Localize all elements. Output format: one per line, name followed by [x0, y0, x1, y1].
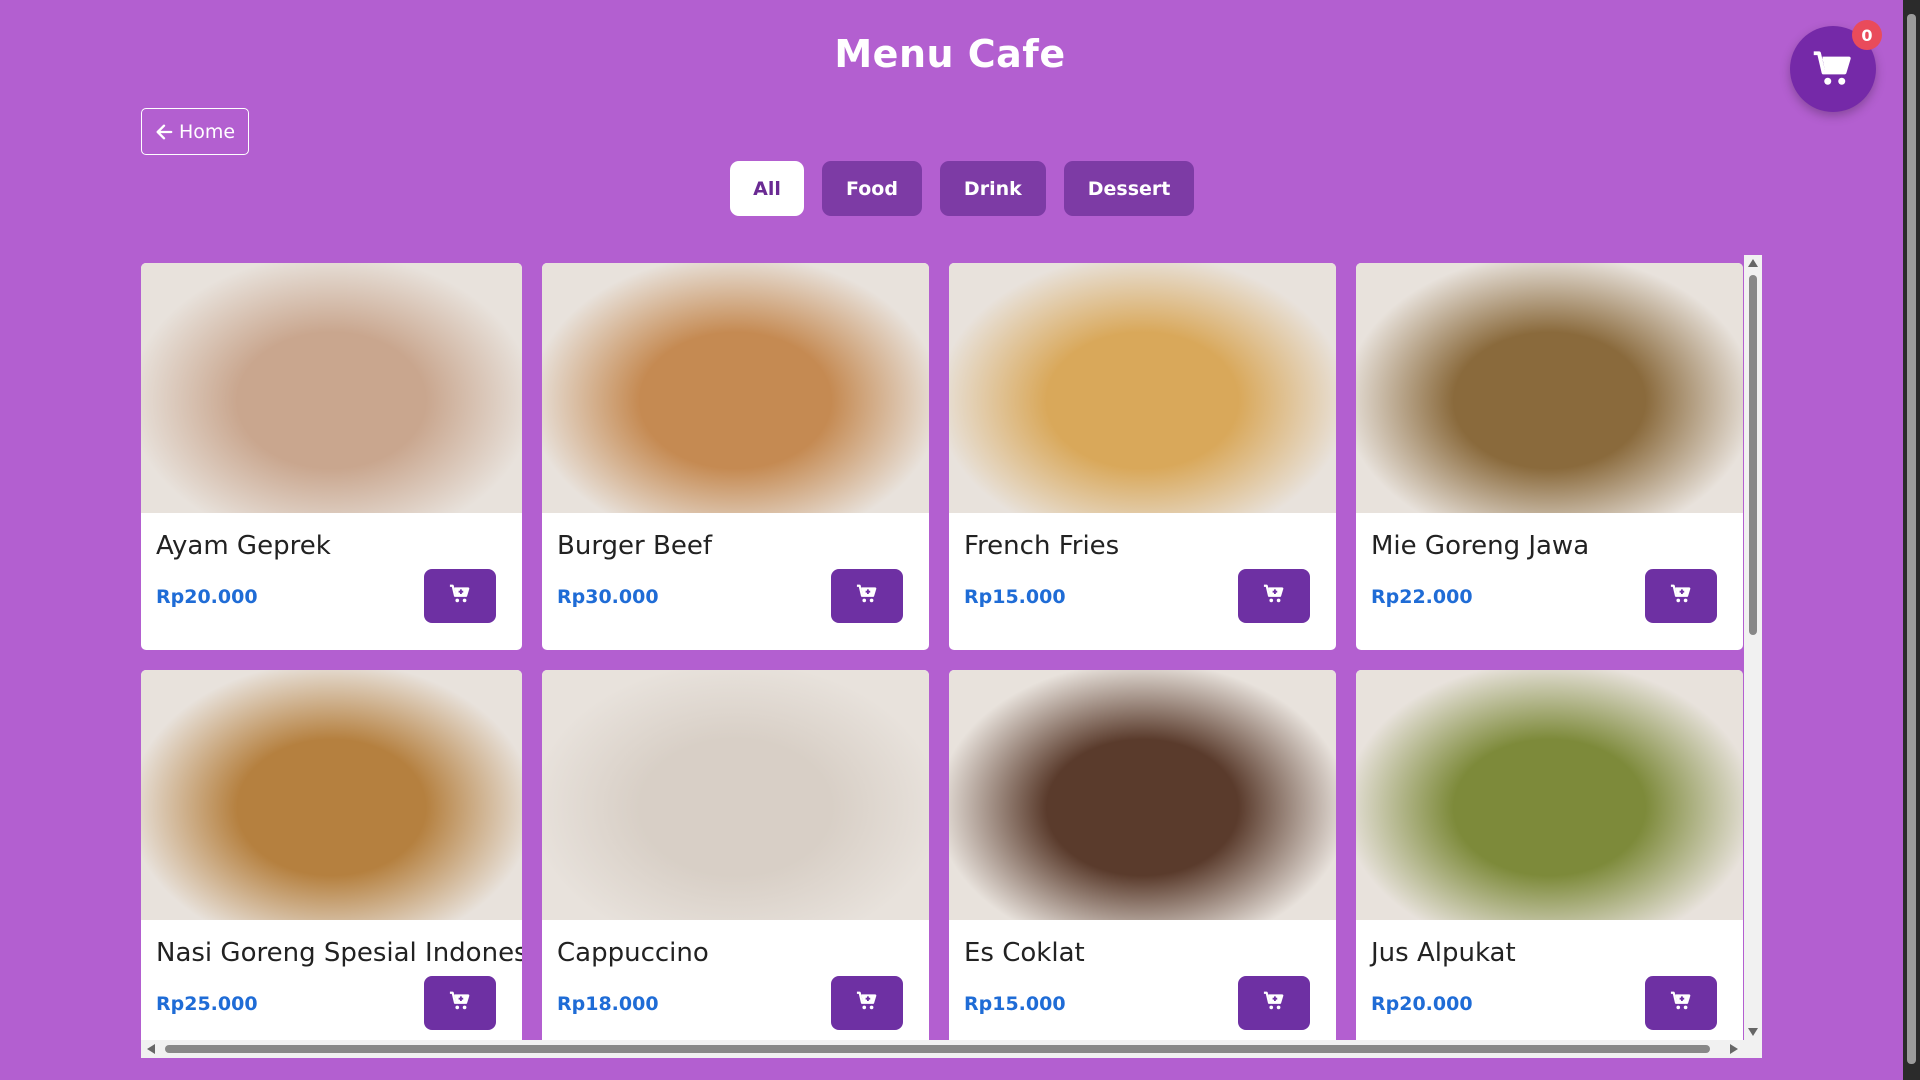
menu-item-name: Jus Alpukat [1371, 938, 1516, 968]
menu-item-price: Rp25.000 [156, 993, 258, 1015]
menu-card: Ayam Geprek Rp20.000 [141, 263, 522, 650]
add-to-cart-icon [856, 583, 878, 609]
menu-item-name: French Fries [964, 531, 1120, 561]
menu-item-photo [542, 263, 929, 513]
add-to-cart-button[interactable] [831, 976, 903, 1030]
menu-item-photo [1356, 670, 1743, 920]
add-to-cart-button[interactable] [1238, 976, 1310, 1030]
page-scrollbar[interactable] [1903, 0, 1920, 1080]
menu-item-name: Nasi Goreng Spesial Indonesia [156, 938, 522, 968]
add-to-cart-icon [1670, 583, 1692, 609]
menu-item-price: Rp20.000 [156, 586, 258, 608]
add-to-cart-button[interactable] [424, 976, 496, 1030]
horizontal-scroll-thumb[interactable] [165, 1045, 1710, 1053]
arrow-left-icon [156, 124, 173, 139]
cart-icon [1813, 51, 1851, 85]
page-title: Menu Cafe [834, 32, 1066, 76]
filter-all[interactable]: All [730, 161, 804, 216]
add-to-cart-icon [1263, 583, 1285, 609]
filter-food[interactable]: Food [822, 161, 922, 216]
add-to-cart-icon [856, 990, 878, 1016]
menu-item-price: Rp15.000 [964, 586, 1066, 608]
menu-item-photo [141, 670, 522, 920]
menu-item-photo [949, 670, 1336, 920]
add-to-cart-icon [1670, 990, 1692, 1016]
home-button[interactable]: Home [141, 108, 249, 155]
scroll-left-icon[interactable] [147, 1044, 155, 1054]
menu-card: French Fries Rp15.000 [949, 263, 1336, 650]
menu-item-name: Ayam Geprek [156, 531, 331, 561]
add-to-cart-button[interactable] [424, 569, 496, 623]
add-to-cart-icon [449, 583, 471, 609]
menu-card: Nasi Goreng Spesial Indonesia Rp25.000 [141, 670, 522, 1057]
cart-button[interactable]: 0 [1790, 20, 1882, 112]
cart-count-badge: 0 [1852, 20, 1882, 50]
menu-card: Cappuccino Rp18.000 [542, 670, 929, 1057]
add-to-cart-button[interactable] [831, 569, 903, 623]
menu-item-price: Rp20.000 [1371, 993, 1473, 1015]
vertical-scrollbar[interactable] [1744, 255, 1762, 1058]
add-to-cart-button[interactable] [1238, 569, 1310, 623]
menu-item-name: Cappuccino [557, 938, 709, 968]
scroll-down-icon[interactable] [1748, 1028, 1758, 1036]
menu-item-photo [542, 670, 929, 920]
menu-card: Jus Alpukat Rp20.000 [1356, 670, 1743, 1057]
scroll-right-icon[interactable] [1730, 1044, 1738, 1054]
menu-grid: Ayam Geprek Rp20.000 Burger Beef Rp30.000 Fr… [141, 263, 1743, 1057]
scroll-up-icon[interactable] [1748, 259, 1758, 267]
vertical-scroll-thumb[interactable] [1749, 275, 1757, 635]
filter-drink[interactable]: Drink [939, 161, 1046, 216]
menu-item-name: Burger Beef [557, 531, 712, 561]
add-to-cart-icon [449, 990, 471, 1016]
menu-item-name: Es Coklat [964, 938, 1085, 968]
menu-item-price: Rp22.000 [1371, 586, 1473, 608]
add-to-cart-button[interactable] [1645, 569, 1717, 623]
horizontal-scrollbar[interactable] [141, 1040, 1744, 1058]
filter-dessert[interactable]: Dessert [1063, 161, 1195, 216]
menu-card: Es Coklat Rp15.000 [949, 670, 1336, 1057]
page-scroll-thumb[interactable] [1907, 14, 1916, 1064]
menu-scroll-area[interactable]: Ayam Geprek Rp20.000 Burger Beef Rp30.000 Fr… [141, 255, 1761, 1058]
category-filters: All Food Drink Dessert [730, 161, 1195, 216]
add-to-cart-icon [1263, 990, 1285, 1016]
menu-item-price: Rp15.000 [964, 993, 1066, 1015]
menu-item-price: Rp18.000 [557, 993, 659, 1015]
menu-card: Burger Beef Rp30.000 [542, 263, 929, 650]
menu-item-photo [141, 263, 522, 513]
menu-card: Mie Goreng Jawa Rp22.000 [1356, 263, 1743, 650]
menu-item-name: Mie Goreng Jawa [1371, 531, 1590, 561]
menu-item-price: Rp30.000 [557, 586, 659, 608]
add-to-cart-button[interactable] [1645, 976, 1717, 1030]
menu-item-photo [949, 263, 1336, 513]
home-button-label: Home [178, 120, 236, 143]
menu-item-photo [1356, 263, 1743, 513]
